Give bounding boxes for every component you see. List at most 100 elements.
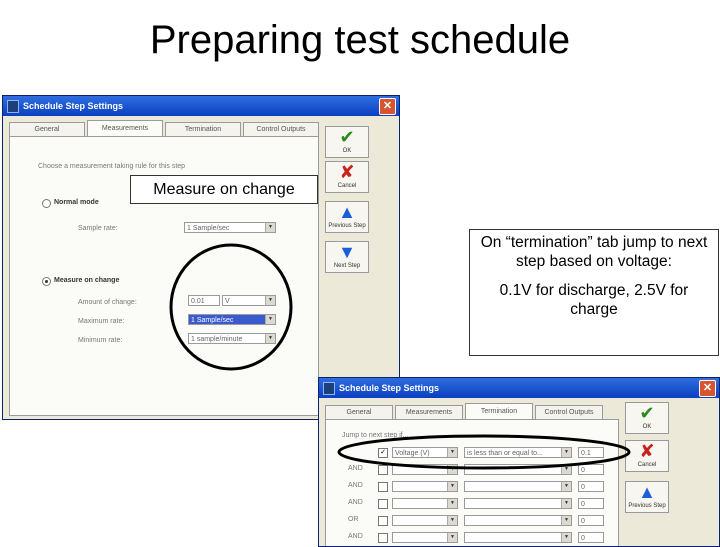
chevron-down-icon[interactable]: ▼ xyxy=(265,334,275,343)
condition-field-select[interactable]: ▼ xyxy=(392,481,458,492)
sample-rate-label: Sample rate: xyxy=(78,225,118,232)
app-icon xyxy=(7,99,19,113)
window-title-bar[interactable]: Schedule Step Settings ✕ xyxy=(319,378,719,398)
next-step-button[interactable]: ▼ Next Step xyxy=(325,241,369,273)
condition-logic-label: AND xyxy=(348,499,363,506)
chevron-down-icon[interactable]: ▼ xyxy=(561,448,571,457)
window-title: Schedule Step Settings xyxy=(23,101,124,111)
condition-checkbox[interactable] xyxy=(378,533,388,543)
measure-on-change-radio[interactable] xyxy=(42,277,51,286)
minimum-rate-label: Minimum rate: xyxy=(78,337,123,344)
condition-checkbox[interactable] xyxy=(378,482,388,492)
chevron-down-icon[interactable]: ▼ xyxy=(561,533,571,542)
group-heading: Choose a measurement taking rule for thi… xyxy=(38,163,186,170)
cancel-button[interactable]: ✘ Cancel xyxy=(625,440,669,472)
condition-row: ✓ Voltage (V) ▼ is less than or equal to...… xyxy=(326,446,616,460)
condition-checkbox[interactable] xyxy=(378,499,388,509)
normal-mode-radio[interactable] xyxy=(42,199,51,208)
tab-termination[interactable]: Termination xyxy=(465,403,533,419)
chevron-down-icon[interactable]: ▼ xyxy=(561,499,571,508)
tab-general[interactable]: General xyxy=(9,122,85,136)
tab-measurements[interactable]: Measurements xyxy=(395,405,463,419)
schedule-step-settings-window-termination: Schedule Step Settings ✕ General Measure… xyxy=(318,377,720,547)
termination-callout-line1: On “termination” tab jump to next step b… xyxy=(480,234,708,270)
chevron-down-icon[interactable]: ▼ xyxy=(265,315,275,324)
checkmark-icon: ✔ xyxy=(339,127,355,147)
condition-value-input[interactable]: 0.1 xyxy=(578,447,604,458)
slide-title: Preparing test schedule xyxy=(149,18,571,62)
arrow-up-icon: ▲ xyxy=(338,202,356,222)
condition-field-select[interactable]: ▼ xyxy=(392,498,458,509)
cancel-button[interactable]: ✘ Cancel xyxy=(325,161,369,193)
measure-on-change-callout: Measure on change xyxy=(130,175,318,204)
condition-operator-select[interactable]: ▼ xyxy=(464,532,572,543)
tab-termination[interactable]: Termination xyxy=(165,122,241,136)
chevron-down-icon[interactable]: ▼ xyxy=(447,499,457,508)
condition-value-input[interactable]: 0 xyxy=(578,481,604,492)
condition-logic-label: AND xyxy=(348,482,363,489)
close-icon[interactable]: ✕ xyxy=(379,98,396,115)
window-title-bar[interactable]: Schedule Step Settings ✕ xyxy=(3,96,399,116)
arrow-down-icon: ▼ xyxy=(338,242,356,262)
chevron-down-icon[interactable]: ▼ xyxy=(561,465,571,474)
chevron-down-icon[interactable]: ▼ xyxy=(447,533,457,542)
arrow-up-icon: ▲ xyxy=(638,482,656,502)
ok-button[interactable]: ✔ OK xyxy=(325,126,369,158)
maximum-rate-select[interactable]: 1 Sample/sec ▼ xyxy=(188,314,276,325)
jump-heading: Jump to next step if... xyxy=(342,432,409,439)
condition-value-input[interactable]: 0 xyxy=(578,498,604,509)
tab-general[interactable]: General xyxy=(325,405,393,419)
chevron-down-icon[interactable]: ▼ xyxy=(447,482,457,491)
tab-strip: General Measurements Termination Control… xyxy=(9,120,321,136)
chevron-down-icon[interactable]: ▼ xyxy=(561,482,571,491)
amount-unit-select[interactable]: V ▼ xyxy=(222,295,276,306)
chevron-down-icon[interactable]: ▼ xyxy=(265,296,275,305)
condition-field-select[interactable]: Voltage (V) ▼ xyxy=(392,447,458,458)
condition-operator-select[interactable]: ▼ xyxy=(464,498,572,509)
cross-icon: ✘ xyxy=(639,441,655,461)
chevron-down-icon[interactable]: ▼ xyxy=(265,223,275,232)
cross-icon: ✘ xyxy=(339,162,355,182)
condition-row: OR ▼ ▼ 0 xyxy=(326,514,616,528)
minimum-rate-select[interactable]: 1 sample/minute ▼ xyxy=(188,333,276,344)
previous-step-button[interactable]: ▲ Previous Step xyxy=(625,481,669,513)
maximum-rate-label: Maximum rate: xyxy=(78,318,125,325)
close-icon[interactable]: ✕ xyxy=(699,380,716,397)
condition-checkbox[interactable] xyxy=(378,465,388,475)
condition-logic-label: AND xyxy=(348,533,363,540)
condition-field-select[interactable]: ▼ xyxy=(392,532,458,543)
chevron-down-icon[interactable]: ▼ xyxy=(561,516,571,525)
condition-row: AND ▼ ▼ 0 xyxy=(326,531,616,545)
condition-value-input[interactable]: 0 xyxy=(578,532,604,543)
tab-strip: General Measurements Termination Control… xyxy=(325,403,605,419)
condition-field-select[interactable]: ▼ xyxy=(392,515,458,526)
condition-operator-select[interactable]: ▼ xyxy=(464,515,572,526)
termination-panel: Jump to next step if... ✓ Voltage (V) ▼ is … xyxy=(325,419,619,546)
chevron-down-icon[interactable]: ▼ xyxy=(447,516,457,525)
tab-control-outputs[interactable]: Control Outputs xyxy=(535,405,603,419)
condition-checkbox[interactable] xyxy=(378,516,388,526)
tab-measurements[interactable]: Measurements xyxy=(87,120,163,136)
condition-operator-select[interactable]: ▼ xyxy=(464,481,572,492)
condition-logic-label: AND xyxy=(348,465,363,472)
sample-rate-select[interactable]: 1 Sample/sec ▼ xyxy=(184,222,276,233)
tab-control-outputs[interactable]: Control Outputs xyxy=(243,122,319,136)
chevron-down-icon[interactable]: ▼ xyxy=(447,448,457,457)
window-title: Schedule Step Settings xyxy=(339,383,440,393)
condition-value-input[interactable]: 0 xyxy=(578,464,604,475)
previous-step-button[interactable]: ▲ Previous Step xyxy=(325,201,369,233)
condition-row: AND ▼ ▼ 0 xyxy=(326,463,616,477)
condition-operator-select[interactable]: ▼ xyxy=(464,464,572,475)
condition-operator-select[interactable]: is less than or equal to... ▼ xyxy=(464,447,572,458)
ok-button[interactable]: ✔ OK xyxy=(625,402,669,434)
condition-row: AND ▼ ▼ 0 xyxy=(326,497,616,511)
condition-field-select[interactable]: ▼ xyxy=(392,464,458,475)
termination-callout-line2: 0.1V for discharge, 2.5V for charge xyxy=(499,282,689,318)
condition-row: AND ▼ ▼ 0 xyxy=(326,480,616,494)
schedule-step-settings-window: Schedule Step Settings ✕ General Measure… xyxy=(2,95,400,420)
checkmark-icon: ✔ xyxy=(639,403,655,423)
condition-checkbox[interactable]: ✓ xyxy=(378,448,388,458)
chevron-down-icon[interactable]: ▼ xyxy=(447,465,457,474)
condition-value-input[interactable]: 0 xyxy=(578,515,604,526)
amount-of-change-input[interactable]: 0.01 xyxy=(188,295,220,306)
